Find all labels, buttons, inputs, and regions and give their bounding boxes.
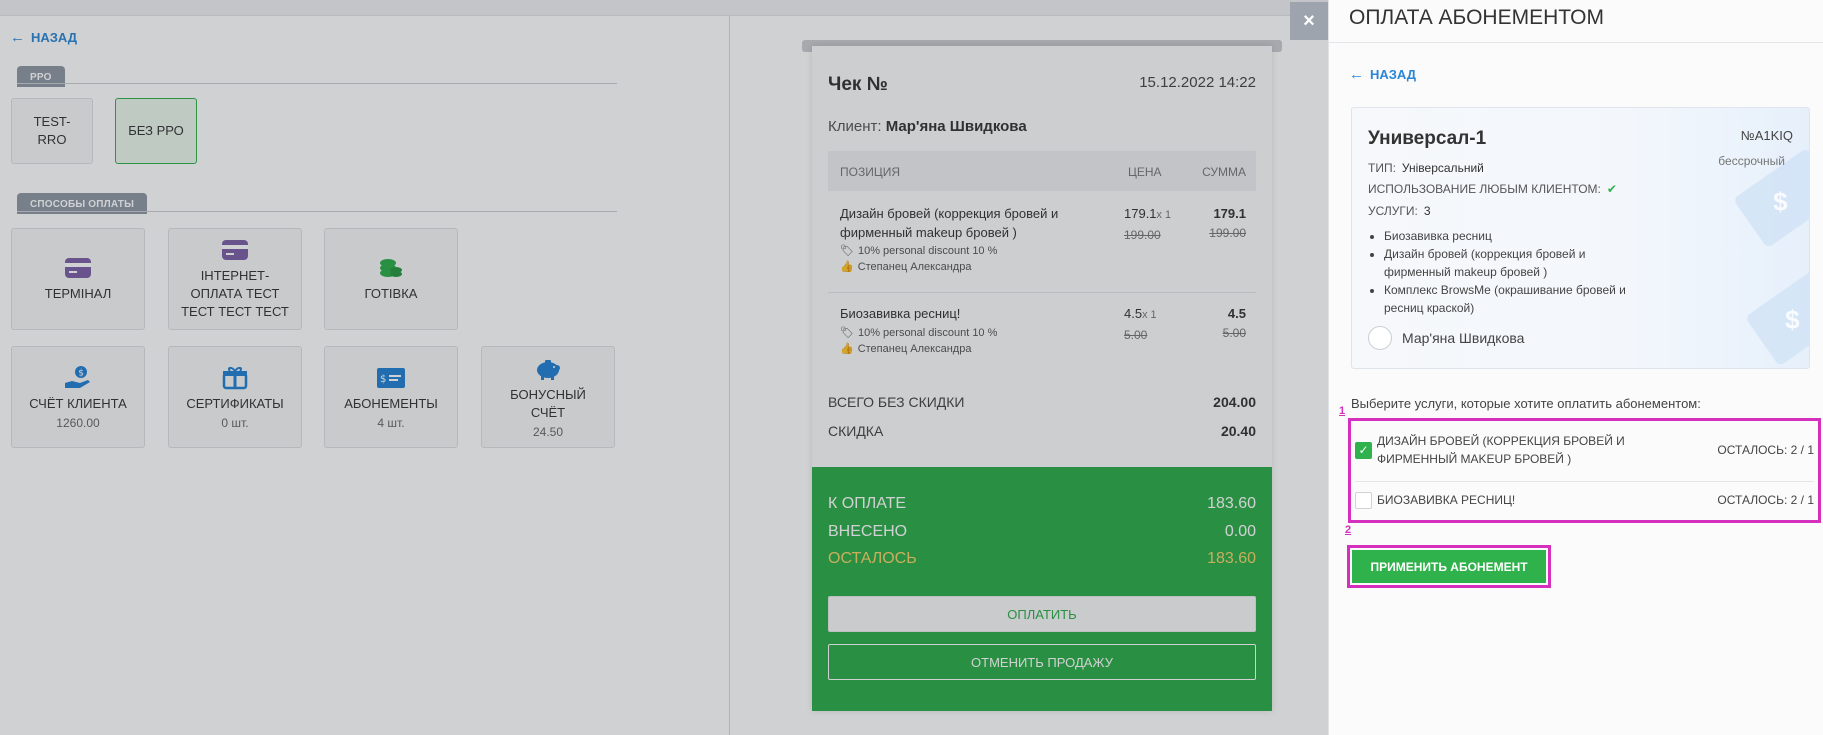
- service-item: Комплекс BrowsMe (окрашивание бровей и р…: [1384, 281, 1654, 317]
- services-select-box: ✓ ДИЗАЙН БРОВЕЙ (КОРРЕКЦИЯ БРОВЕЙ И ФИРМ…: [1348, 418, 1821, 523]
- any-client-label: ИСПОЛЬЗОВАНИЕ ЛЮБЫМ КЛИЕНТОМ:: [1368, 182, 1601, 196]
- subscription-owner: Мар'яна Швидкова: [1368, 326, 1524, 350]
- select-services-hint: Выберите услуги, которые хотите оплатить…: [1351, 396, 1701, 411]
- service-option-brows[interactable]: ✓ ДИЗАЙН БРОВЕЙ (КОРРЕКЦИЯ БРОВЕЙ И ФИРМ…: [1351, 425, 1818, 475]
- any-client-usage: ИСПОЛЬЗОВАНИЕ ЛЮБЫМ КЛИЕНТОМ: ✔: [1368, 182, 1617, 196]
- service-option-label: БИОЗАВИВКА РЕСНИЦ!: [1377, 493, 1516, 507]
- dollar-tag-icon: $: [1744, 265, 1809, 367]
- service-remaining: ОСТАЛОСЬ: 2 / 1: [1717, 493, 1814, 507]
- check-icon: ✔: [1606, 182, 1617, 196]
- subscription-number: №A1KIQ: [1740, 128, 1793, 143]
- panel-header-divider: [1329, 42, 1823, 43]
- avatar: [1368, 326, 1392, 350]
- services-list: Биозавивка ресниц Дизайн бровей (коррекц…: [1384, 227, 1654, 317]
- close-panel-button[interactable]: ×: [1290, 2, 1328, 40]
- service-option-label: ДИЗАЙН БРОВЕЙ (КОРРЕКЦИЯ БРОВЕЙ И ФИРМЕН…: [1377, 434, 1625, 466]
- back-label: НАЗАД: [1370, 67, 1417, 82]
- panel-title: ОПЛАТА АБОНЕМЕНТОМ: [1349, 6, 1604, 29]
- close-icon: ×: [1303, 9, 1315, 32]
- owner-name: Мар'яна Швидкова: [1402, 330, 1525, 346]
- subscription-type: ТИП: Універсальний: [1368, 161, 1484, 175]
- annotation-marker-1: 1: [1339, 405, 1346, 417]
- services-label: УСЛУГИ:: [1368, 204, 1418, 218]
- subscription-card: $ $ Универсал-1 №A1KIQ бессрочный ТИП: У…: [1351, 107, 1810, 369]
- checkbox-icon[interactable]: [1355, 491, 1372, 509]
- subscription-name: Универсал-1: [1368, 128, 1487, 149]
- subscription-validity: бессрочный: [1718, 154, 1785, 168]
- type-value: Універсальний: [1401, 161, 1484, 175]
- service-item: Биозавивка ресниц: [1384, 227, 1654, 245]
- modal-backdrop[interactable]: [0, 0, 1328, 735]
- apply-button-highlight: ПРИМЕНИТЬ АБОНЕМЕНТ: [1347, 545, 1551, 588]
- annotation-marker-2: 2: [1345, 524, 1352, 536]
- service-option-lashes[interactable]: БИОЗАВИВКА РЕСНИЦ! ОСТАЛОСЬ: 2 / 1: [1351, 475, 1818, 525]
- apply-subscription-button[interactable]: ПРИМЕНИТЬ АБОНЕМЕНТ: [1352, 550, 1546, 583]
- type-label: ТИП:: [1368, 161, 1396, 175]
- checkbox-checked-icon[interactable]: ✓: [1355, 441, 1372, 459]
- service-item: Дизайн бровей (коррекция бровей и фирмен…: [1384, 245, 1654, 281]
- service-remaining: ОСТАЛОСЬ: 2 / 1: [1717, 443, 1814, 457]
- services-count: 3: [1423, 204, 1431, 218]
- arrow-left-icon: ←: [1349, 66, 1364, 83]
- subscription-payment-panel: ОПЛАТА АБОНЕМЕНТОМ ← НАЗАД $ $ Универсал…: [1328, 0, 1823, 735]
- subscription-services: УСЛУГИ: 3: [1368, 204, 1431, 218]
- panel-back-link[interactable]: ← НАЗАД: [1349, 66, 1416, 83]
